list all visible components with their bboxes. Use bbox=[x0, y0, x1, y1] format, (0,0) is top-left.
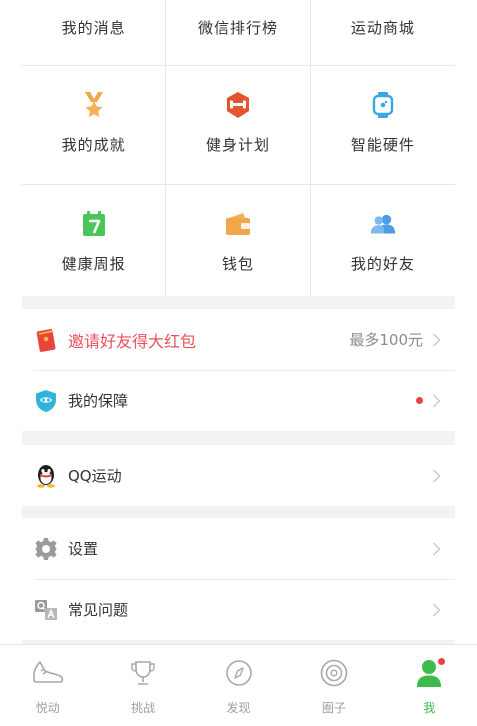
list-group-settings: 设置 常见问题 bbox=[22, 518, 455, 640]
friends-icon bbox=[370, 211, 396, 237]
tab-me[interactable]: 我 bbox=[382, 645, 477, 726]
list-item-faq[interactable]: 常见问题 bbox=[22, 579, 455, 640]
chevron-right-icon bbox=[429, 603, 443, 617]
grid-item-wallet[interactable]: 钱包 bbox=[166, 185, 311, 296]
chevron-right-icon bbox=[429, 542, 443, 556]
medal-icon bbox=[81, 92, 107, 118]
smart-watch-icon bbox=[370, 92, 396, 118]
notification-dot bbox=[437, 658, 445, 665]
list-item-my-insurance[interactable]: 我的保障 bbox=[22, 370, 455, 431]
compass-icon bbox=[221, 657, 257, 689]
settings-label: 设置 bbox=[68, 540, 99, 558]
grid-item-label: 我的成就 bbox=[61, 136, 126, 154]
fitness-plan-icon bbox=[225, 92, 251, 118]
tab-label: 我 bbox=[423, 701, 436, 715]
my-insurance-label: 我的保障 bbox=[68, 392, 129, 410]
grid-row: 健康周报 钱包 我的好友 bbox=[22, 185, 455, 296]
list-group-rewards: 邀请好友得大红包 最多100元 我的保障 bbox=[22, 309, 455, 431]
calendar-icon bbox=[81, 211, 107, 237]
grid-item-fitness-plan[interactable]: 健身计划 bbox=[166, 66, 311, 184]
bottom-tab-bar: 悦动 挑战 发现 圈子 我 bbox=[0, 644, 477, 726]
chevron-right-icon bbox=[429, 469, 443, 483]
grid-item-label: 健康周报 bbox=[61, 255, 126, 273]
tab-label: 悦动 bbox=[35, 701, 60, 715]
grid-item-smart-hardware[interactable]: 智能硬件 bbox=[311, 66, 455, 184]
red-envelope-icon bbox=[34, 328, 58, 352]
grid-item-label: 健身计划 bbox=[205, 136, 270, 154]
me-screen: 我的消息 微信排行榜 运动商城 我的成就 健身计划 智能硬件 健康周报 钱包 我… bbox=[0, 0, 477, 726]
shoe-icon bbox=[30, 657, 66, 689]
list-group-qq: QQ运动 bbox=[22, 445, 455, 506]
tab-discover[interactable]: 发现 bbox=[191, 645, 286, 726]
grid-row: 我的成就 健身计划 智能硬件 bbox=[22, 66, 455, 185]
feature-grid: 我的消息 微信排行榜 运动商城 我的成就 健身计划 智能硬件 健康周报 钱包 我… bbox=[22, 0, 455, 296]
grid-item-label: 钱包 bbox=[221, 255, 254, 273]
qq-penguin-icon bbox=[34, 464, 58, 488]
tab-yuedong[interactable]: 悦动 bbox=[0, 645, 95, 726]
grid-item-achievements[interactable]: 我的成就 bbox=[22, 66, 167, 184]
list-item-invite-friends[interactable]: 邀请好友得大红包 最多100元 bbox=[22, 309, 455, 370]
qq-sports-label: QQ运动 bbox=[68, 467, 122, 485]
invite-max-reward: 最多100元 bbox=[349, 331, 423, 349]
grid-item-label: 运动商城 bbox=[350, 19, 415, 37]
grid-item-messages[interactable]: 我的消息 bbox=[22, 0, 167, 65]
shield-icon bbox=[34, 389, 58, 413]
tab-label: 圈子 bbox=[321, 701, 346, 715]
grid-item-label: 我的好友 bbox=[350, 255, 415, 273]
grid-item-my-friends[interactable]: 我的好友 bbox=[311, 185, 455, 296]
gear-icon bbox=[34, 537, 58, 561]
chevron-right-icon bbox=[429, 394, 443, 408]
invite-friends-label: 邀请好友得大红包 bbox=[68, 331, 197, 351]
tab-label: 挑战 bbox=[131, 701, 156, 715]
grid-item-sports-mall[interactable]: 运动商城 bbox=[311, 0, 455, 65]
content-area: 我的消息 微信排行榜 运动商城 我的成就 健身计划 智能硬件 健康周报 钱包 我… bbox=[22, 0, 455, 644]
notification-dot bbox=[416, 397, 423, 404]
wallet-icon bbox=[225, 211, 251, 237]
grid-item-health-weekly[interactable]: 健康周报 bbox=[22, 185, 167, 296]
tab-challenge[interactable]: 挑战 bbox=[95, 645, 190, 726]
chevron-right-icon bbox=[429, 333, 443, 347]
grid-item-label: 我的消息 bbox=[61, 19, 126, 37]
tab-label: 发现 bbox=[226, 701, 251, 715]
grid-item-wechat-rank[interactable]: 微信排行榜 bbox=[166, 0, 311, 65]
circle-target-icon bbox=[316, 657, 352, 689]
qa-icon bbox=[34, 598, 58, 622]
faq-label: 常见问题 bbox=[68, 601, 129, 619]
grid-item-label: 微信排行榜 bbox=[197, 19, 278, 37]
list-item-qq-sports[interactable]: QQ运动 bbox=[22, 445, 455, 506]
trophy-icon bbox=[125, 657, 161, 689]
list-item-settings[interactable]: 设置 bbox=[22, 518, 455, 579]
grid-row: 我的消息 微信排行榜 运动商城 bbox=[22, 0, 455, 66]
tab-circle[interactable]: 圈子 bbox=[286, 645, 381, 726]
grid-item-label: 智能硬件 bbox=[350, 136, 415, 154]
